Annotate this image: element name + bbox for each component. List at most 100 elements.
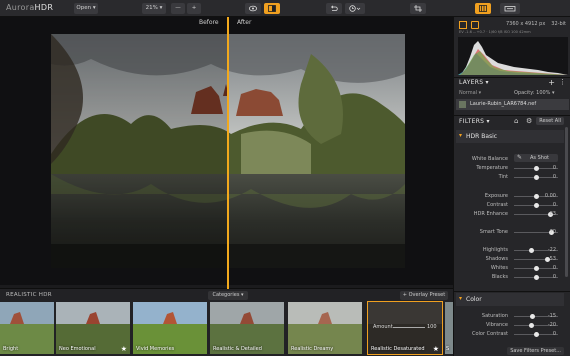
color-title: Color — [466, 296, 482, 303]
layers-header[interactable]: LAYERS ▾ — [459, 79, 489, 86]
slider-handle[interactable] — [529, 314, 535, 319]
slider-handle[interactable] — [529, 323, 535, 328]
masks-icon[interactable]: ⌂ — [514, 117, 518, 125]
slider-handle[interactable] — [533, 203, 539, 208]
slider-value[interactable]: -15 — [548, 313, 556, 319]
layer-thumbnail — [459, 101, 466, 108]
preset-thumbnail[interactable]: Neo Emotional ★ — [56, 302, 130, 354]
slider-label: Blacks — [491, 274, 508, 280]
slider-label: Whites — [490, 265, 508, 271]
star-icon[interactable]: ★ — [121, 345, 127, 353]
slider-value[interactable]: 0 — [553, 331, 556, 337]
slider-label: Exposure — [484, 193, 508, 199]
preset-thumbnail-selected[interactable]: Amount 100 Realistic Desaturated ★ — [367, 301, 443, 355]
slider-value[interactable]: -22 — [548, 247, 556, 253]
slider-handle[interactable] — [533, 332, 539, 337]
panel-layout-icon[interactable] — [475, 3, 491, 14]
slider-value[interactable]: 83 — [550, 211, 556, 217]
preset-thumbnail[interactable]: Vivid Memories — [133, 302, 207, 354]
history-icon[interactable] — [345, 3, 365, 14]
categories-dropdown[interactable]: Categories ▾ — [208, 291, 248, 300]
star-icon[interactable]: ★ — [433, 345, 439, 353]
layer-name: Laurie-Rubin_LAR6784.nef — [470, 101, 537, 107]
preset-label: Realistic Desaturated — [371, 346, 425, 352]
save-filters-preset-button[interactable]: Save Filters Preset... — [507, 347, 564, 355]
presets-filmstrip: REALISTIC HDR Categories ▾ + Overlay Pre… — [0, 288, 453, 356]
right-panel: 7360 x 4912 px 32-bit EV -1.6 ...+0.7 · … — [453, 17, 570, 356]
amount-slider[interactable] — [393, 327, 425, 328]
overlay-preset-button[interactable]: + Overlay Preset — [400, 291, 448, 300]
preset-thumbnail[interactable]: Realistic Dreamy — [288, 302, 362, 354]
eyedropper-icon[interactable]: ✎ — [517, 154, 522, 161]
slider-handle[interactable] — [533, 175, 539, 180]
slider-value[interactable]: 0 — [553, 174, 556, 180]
add-layer-icon[interactable]: + — [548, 78, 555, 87]
blend-mode-dropdown[interactable]: Normal ▾ — [459, 90, 481, 96]
share-icon[interactable] — [500, 3, 520, 14]
slider-value[interactable]: 0 — [553, 265, 556, 271]
slider-label: Shadows — [485, 256, 508, 262]
preset-label: Realistic & Detailed — [213, 346, 262, 352]
slider-value[interactable]: 0 — [553, 274, 556, 280]
slider-value[interactable]: 53 — [550, 256, 556, 262]
preset-label: Vivid Memories — [136, 346, 175, 352]
image-dimensions: 7360 x 4912 px — [506, 21, 546, 27]
zoom-out-button[interactable]: — — [171, 3, 185, 14]
white-balance-dropdown[interactable]: ✎ As Shot — [514, 154, 558, 162]
slider-handle[interactable] — [528, 248, 534, 253]
before-after-divider[interactable] — [227, 17, 229, 289]
preset-thumbnail[interactable]: Realistic & Detailed — [210, 302, 284, 354]
info-toggle-icon[interactable] — [471, 21, 479, 29]
slider-value[interactable]: 0.00 — [545, 193, 556, 199]
opacity-dropdown[interactable]: Opacity: 100% ▾ — [514, 90, 555, 96]
slider-handle[interactable] — [533, 194, 539, 199]
slider-label: Contrast — [486, 202, 508, 208]
zoom-in-button[interactable]: + — [187, 3, 201, 14]
top-toolbar: AuroraHDR Open ▾ 21% ▾ — + — [0, 0, 570, 17]
aurora-hdr-window: AuroraHDR Open ▾ 21% ▾ — + Before After — [0, 0, 570, 356]
slider-value[interactable]: 0 — [553, 202, 556, 208]
amount-label: Amount — [373, 324, 393, 330]
slider-handle[interactable] — [533, 266, 539, 271]
chevron-down-icon: ▾ — [459, 132, 463, 139]
slider-label: Saturation — [481, 313, 508, 319]
preset-label: S — [446, 346, 450, 352]
slider-value[interactable]: 0 — [553, 165, 556, 171]
exif-info: EV -1.6 ...+0.7 · 1/60 f/8 ISO 100 42mm — [459, 30, 531, 34]
preset-label: Realistic Dreamy — [291, 346, 334, 352]
slider-handle[interactable] — [533, 275, 539, 280]
open-button[interactable]: Open ▾ — [74, 3, 98, 14]
color-header[interactable]: ▾ Color — [456, 293, 564, 306]
zoom-dropdown[interactable]: 21% ▾ — [142, 3, 166, 14]
slider-label: Highlights — [482, 247, 508, 253]
hdr-basic-header[interactable]: ▾ HDR Basic — [456, 130, 564, 143]
slider-label: Tint — [498, 174, 508, 180]
preset-label: Bright — [3, 346, 19, 352]
histogram — [458, 37, 568, 75]
chevron-down-icon: ▾ — [459, 295, 463, 302]
preset-label: Neo Emotional — [59, 346, 96, 352]
compare-split-icon[interactable] — [264, 3, 280, 14]
crop-icon[interactable] — [410, 3, 426, 14]
preset-category-title: REALISTIC HDR — [6, 292, 52, 298]
filters-header[interactable]: FILTERS ▾ — [459, 118, 490, 125]
preset-thumbnail[interactable]: Bright — [0, 302, 54, 354]
slider-label: Color Contrast — [471, 331, 508, 337]
histogram-toggle-icon[interactable] — [459, 21, 467, 29]
more-icon[interactable]: ⋮ — [559, 78, 566, 86]
slider-value[interactable]: -20 — [548, 322, 556, 328]
preset-thumbnail[interactable]: S — [445, 302, 453, 354]
panel-scrollbar[interactable] — [565, 127, 568, 277]
undo-icon[interactable] — [326, 3, 342, 14]
bit-depth: 32-bit — [551, 21, 566, 27]
white-balance-value: As Shot — [530, 155, 549, 161]
slider-value[interactable]: 70 — [550, 229, 556, 235]
white-balance-label: White Balance — [471, 156, 508, 162]
preview-eye-icon[interactable] — [245, 3, 261, 14]
slider-label: HDR Enhance — [473, 211, 508, 217]
layer-row[interactable]: Laurie-Rubin_LAR6784.nef — [456, 99, 569, 110]
amount-value: 100 — [427, 324, 437, 330]
settings-gear-icon[interactable]: ⚙ — [526, 117, 532, 125]
reset-all-button[interactable]: Reset All — [536, 117, 564, 125]
slider-handle[interactable] — [533, 166, 539, 171]
